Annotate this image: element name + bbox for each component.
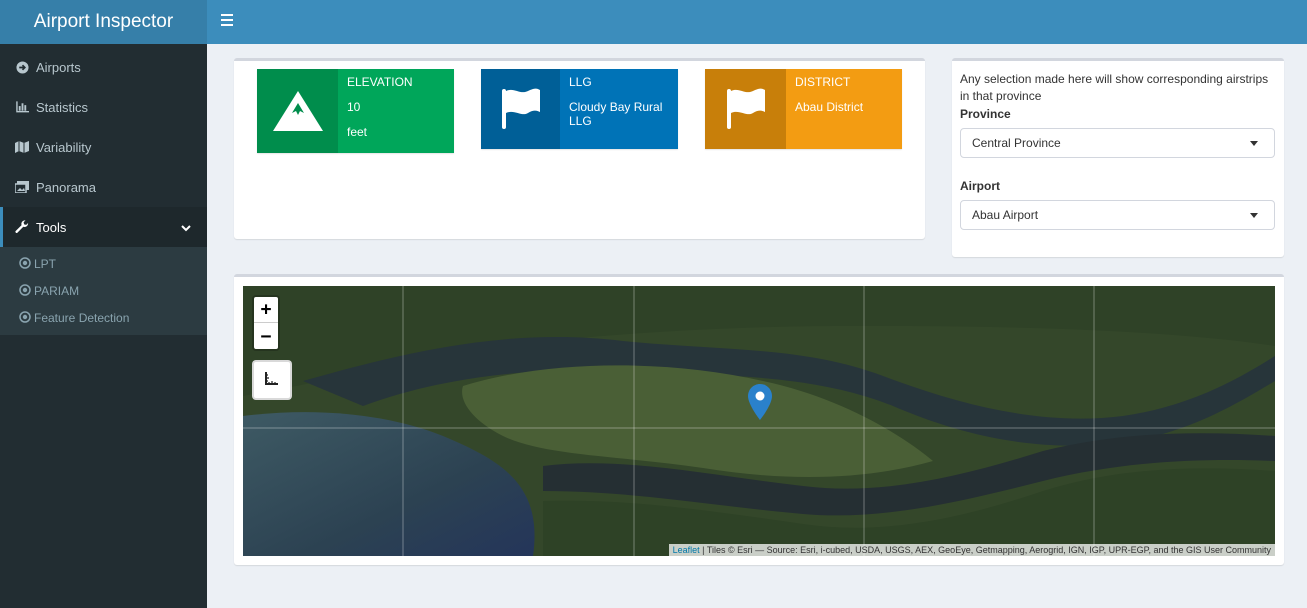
province-label: Province xyxy=(960,107,1011,121)
arrow-circle-right-icon xyxy=(15,60,29,74)
sidebar-item-statistics[interactable]: Statistics xyxy=(0,87,207,127)
district-value: Abau District xyxy=(795,100,864,114)
province-select[interactable]: Central Province xyxy=(960,128,1275,158)
submenu-item-pariam[interactable]: PARIAM xyxy=(0,277,207,304)
submenu-item-feature-detection[interactable]: Feature Detection xyxy=(0,304,207,331)
satellite-map[interactable]: + − Leaflet | Tiles © Esri — Source: Esr… xyxy=(243,286,1275,556)
top-navbar xyxy=(207,0,1307,44)
sidebar-item-label: Tools xyxy=(36,219,67,235)
mountain-icon xyxy=(257,69,338,153)
airport-label: Airport xyxy=(960,179,1000,193)
elevation-title: ELEVATION xyxy=(347,75,413,89)
province-selected-value: Central Province xyxy=(972,136,1061,150)
sidebar-item-label: Statistics xyxy=(36,99,89,115)
images-icon xyxy=(15,180,29,194)
circle-icon xyxy=(19,311,32,324)
caret-down-icon xyxy=(1250,213,1258,218)
sidebar-item-label: Panorama xyxy=(36,179,96,195)
submenu-item-label: Feature Detection xyxy=(34,310,130,325)
sidebar-item-tools[interactable]: Tools xyxy=(0,207,207,247)
sidebar-item-label: Variability xyxy=(36,139,92,155)
submenu-item-label: PARIAM xyxy=(34,283,80,298)
sidebar-item-label: Airports xyxy=(36,59,81,75)
measure-tool-button[interactable] xyxy=(252,360,292,400)
filter-panel: Any selection made here will show corres… xyxy=(952,58,1284,257)
airport-marker-icon[interactable] xyxy=(748,384,772,420)
sidebar-toggle-icon[interactable] xyxy=(221,14,233,26)
leaflet-link[interactable]: Leaflet xyxy=(673,545,700,555)
circle-icon xyxy=(19,257,32,270)
flag-icon xyxy=(705,69,786,149)
attribution-text: | Tiles © Esri — Source: Esri, i-cubed, … xyxy=(699,545,1271,555)
satellite-imagery xyxy=(243,286,1275,556)
llg-value: Cloudy Bay Rural LLG xyxy=(569,100,663,128)
airport-select[interactable]: Abau Airport xyxy=(960,200,1275,230)
elevation-infobox: ELEVATION 10 feet xyxy=(257,69,454,153)
caret-down-icon xyxy=(1250,141,1258,146)
tools-submenu: LPT PARIAM Feature Detection xyxy=(0,247,207,335)
filter-help-text: Any selection made here will show corres… xyxy=(960,72,1269,103)
app-logo[interactable]: Airport Inspector xyxy=(0,0,207,44)
llg-infobox: LLG Cloudy Bay Rural LLG xyxy=(481,69,678,149)
elevation-unit: feet xyxy=(347,125,368,139)
map-attribution: Leaflet | Tiles © Esri — Source: Esri, i… xyxy=(668,544,1275,556)
district-infobox: DISTRICT Abau District xyxy=(705,69,902,149)
llg-title: LLG xyxy=(569,75,592,89)
flag-icon xyxy=(481,69,560,149)
submenu-item-lpt[interactable]: LPT xyxy=(0,250,207,277)
ruler-icon xyxy=(265,371,279,390)
bar-chart-icon xyxy=(15,100,29,114)
sidebar-item-panorama[interactable]: Panorama xyxy=(0,167,207,207)
elevation-value: 10 xyxy=(347,100,361,114)
chevron-down-icon xyxy=(181,220,191,235)
zoom-out-button[interactable]: − xyxy=(254,323,278,349)
sidebar: Airports Statistics Variability Panorama… xyxy=(0,44,207,608)
sidebar-item-airports[interactable]: Airports xyxy=(0,47,207,87)
circle-icon xyxy=(19,284,32,297)
zoom-in-button[interactable]: + xyxy=(254,297,278,323)
wrench-icon xyxy=(15,220,29,234)
map-icon xyxy=(15,140,29,154)
airport-selected-value: Abau Airport xyxy=(972,208,1039,222)
sidebar-item-variability[interactable]: Variability xyxy=(0,127,207,167)
zoom-control: + − xyxy=(252,295,280,351)
submenu-item-label: LPT xyxy=(34,256,57,271)
district-title: DISTRICT xyxy=(795,75,851,89)
